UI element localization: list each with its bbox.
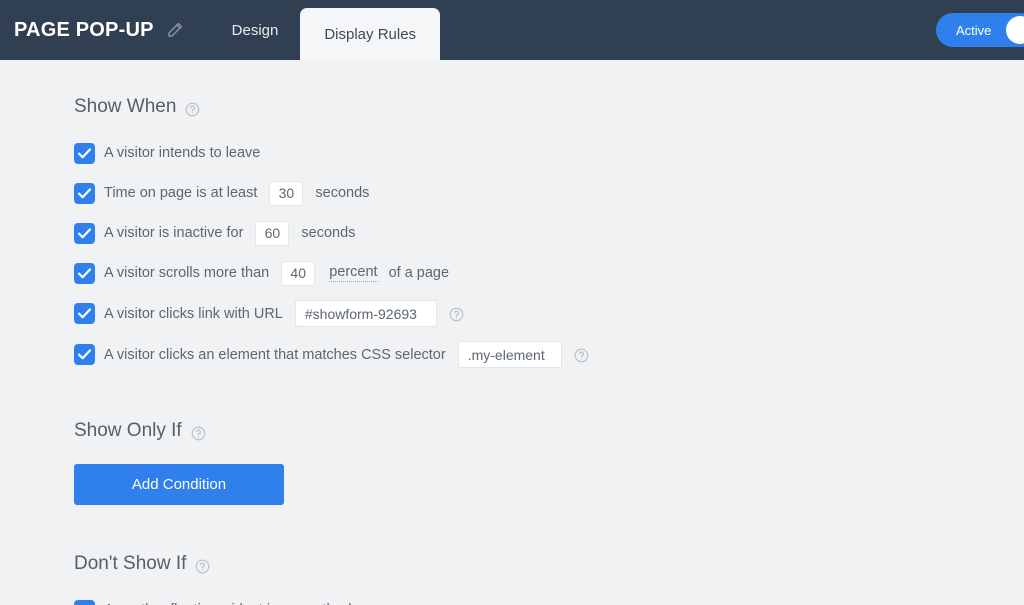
css-selector-input[interactable] bbox=[457, 341, 562, 368]
dont-show-if-title: Don't Show If bbox=[74, 553, 187, 574]
visitor-inactive-unit: seconds bbox=[301, 225, 356, 241]
help-circle-icon[interactable] bbox=[185, 101, 200, 116]
rule-row: A visitor intends to leave bbox=[74, 140, 1024, 166]
show-when-title: Show When bbox=[74, 96, 177, 117]
rule-row: Any other floating widget is currently s… bbox=[74, 597, 1024, 605]
rule-label-visitor-inactive: A visitor is inactive for bbox=[104, 225, 244, 241]
show-only-if-title: Show Only If bbox=[74, 420, 182, 441]
rule-row: A visitor is inactive for seconds bbox=[74, 220, 1024, 246]
time-on-page-unit: seconds bbox=[315, 185, 370, 201]
help-circle-icon[interactable] bbox=[195, 558, 210, 573]
rule-label-visitor-intends-to-leave: A visitor intends to leave bbox=[104, 145, 261, 161]
help-circle-icon[interactable] bbox=[449, 307, 464, 322]
pencil-icon[interactable] bbox=[166, 21, 184, 39]
rule-row: A visitor clicks an element that matches… bbox=[74, 341, 1024, 368]
rule-label-time-on-page: Time on page is at least bbox=[104, 185, 258, 201]
scroll-unit-select[interactable]: percent bbox=[329, 264, 378, 282]
checkbox-visitor-inactive[interactable] bbox=[74, 222, 95, 244]
tab-design-label: Design bbox=[231, 21, 279, 39]
visitor-inactive-input[interactable] bbox=[255, 220, 290, 246]
time-on-page-input[interactable] bbox=[269, 180, 304, 206]
header-tabs: Design Display Rules bbox=[210, 0, 441, 60]
visitor-scrolls-suffix: of a page bbox=[388, 265, 450, 281]
rule-label-clicks-css-selector: A visitor clicks an element that matches… bbox=[104, 346, 446, 363]
help-circle-icon[interactable] bbox=[574, 348, 589, 363]
tab-display-rules-label: Display Rules bbox=[324, 25, 417, 43]
checkbox-visitor-scrolls[interactable] bbox=[74, 262, 95, 284]
page-title: PAGE POP-UP bbox=[14, 18, 154, 41]
add-condition-button[interactable]: Add Condition bbox=[74, 464, 284, 505]
link-url-input[interactable] bbox=[294, 300, 437, 327]
help-circle-icon[interactable] bbox=[191, 425, 206, 440]
display-rules-panel: Show When A visitor intends to leave Tim… bbox=[0, 60, 1024, 605]
rule-label-clicks-link-url: A visitor clicks link with URL bbox=[104, 305, 283, 322]
section-heading-show-when: Show When bbox=[74, 96, 1024, 118]
tab-display-rules[interactable]: Display Rules bbox=[300, 8, 441, 60]
rule-row: A visitor scrolls more than percent of a… bbox=[74, 260, 1024, 286]
visitor-scrolls-input[interactable] bbox=[281, 260, 316, 286]
section-heading-show-only-if: Show Only If bbox=[74, 420, 1024, 442]
status-toggle-knob bbox=[1006, 16, 1024, 44]
tab-design[interactable]: Design bbox=[210, 0, 301, 60]
app-header: PAGE POP-UP Design Display Rules Active bbox=[0, 0, 1024, 60]
checkbox-clicks-link-url[interactable] bbox=[74, 303, 95, 324]
checkbox-visitor-intends-to-leave[interactable] bbox=[74, 142, 95, 164]
status-toggle-label: Active bbox=[956, 22, 992, 38]
checkbox-clicks-css-selector[interactable] bbox=[74, 344, 95, 365]
checkbox-other-floating-widget[interactable] bbox=[74, 599, 95, 605]
rule-row: Time on page is at least seconds bbox=[74, 180, 1024, 206]
header-title-group: PAGE POP-UP bbox=[0, 0, 184, 60]
rule-label-visitor-scrolls: A visitor scrolls more than bbox=[104, 265, 270, 281]
rule-row: A visitor clicks link with URL bbox=[74, 300, 1024, 327]
section-heading-dont-show-if: Don't Show If bbox=[74, 553, 1024, 575]
checkbox-time-on-page[interactable] bbox=[74, 182, 95, 204]
status-toggle[interactable]: Active bbox=[936, 13, 1024, 47]
